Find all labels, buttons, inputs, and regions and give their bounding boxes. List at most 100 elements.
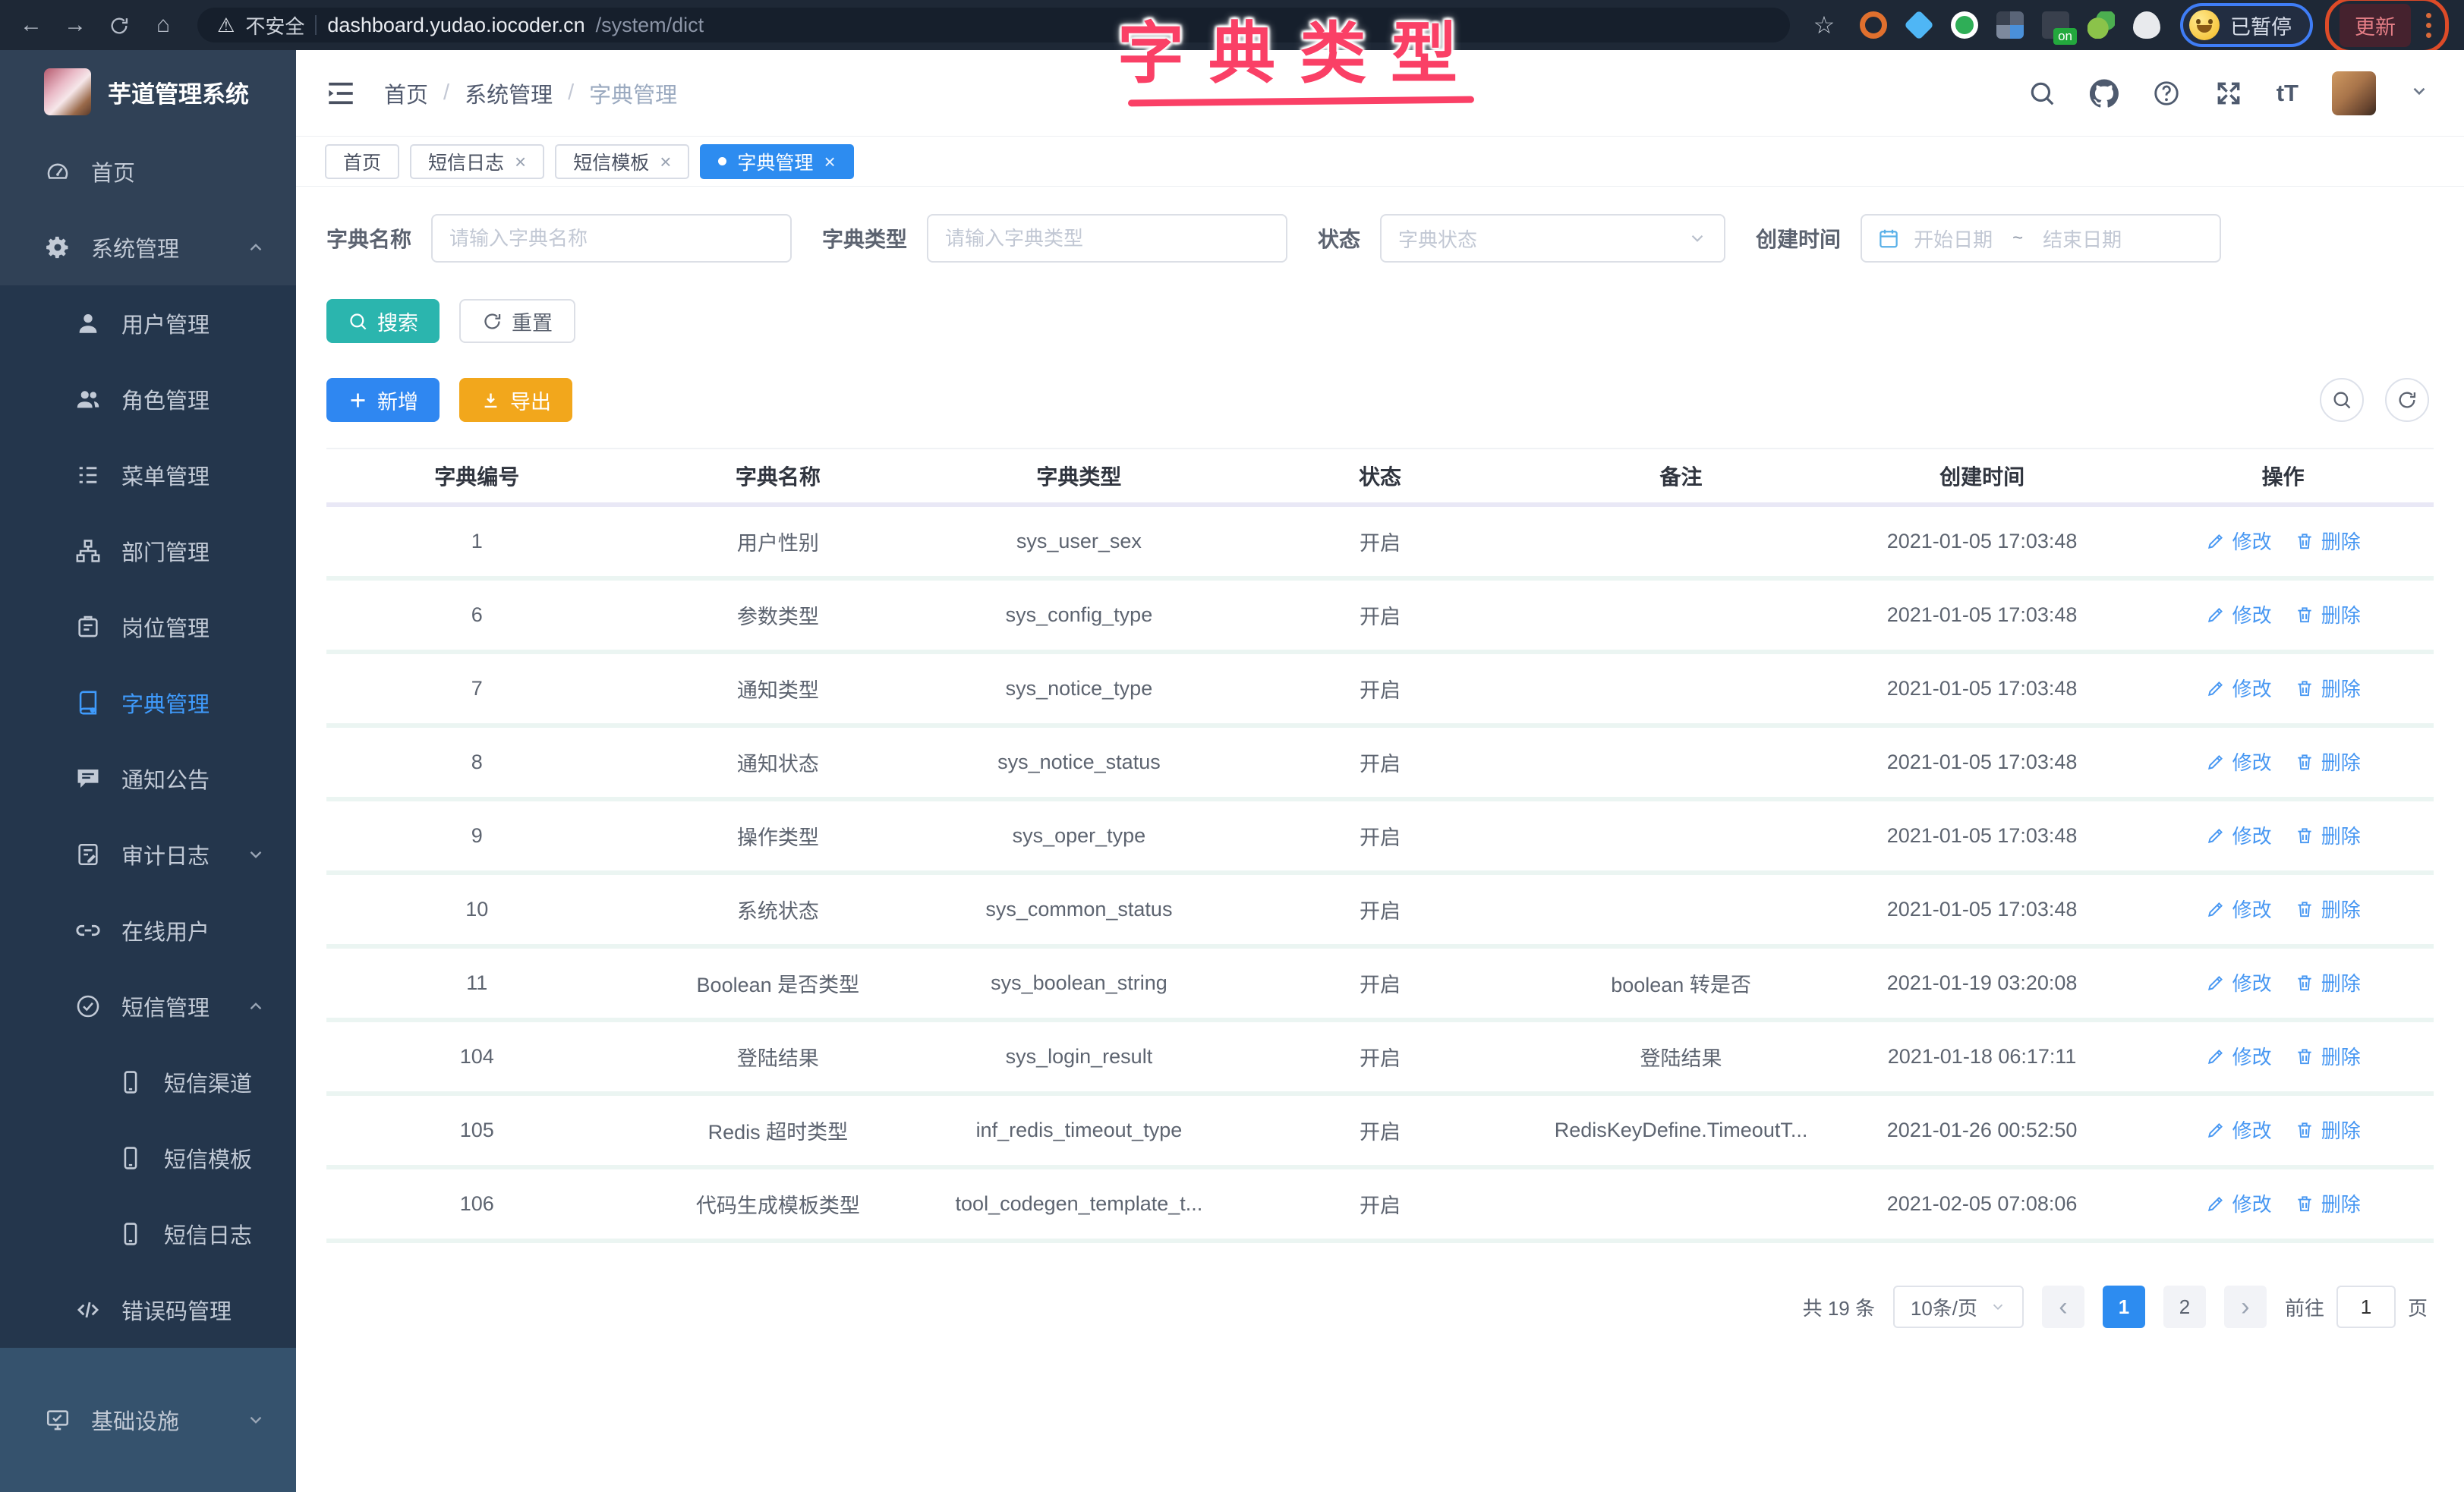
tab-close-icon[interactable]: × — [515, 152, 526, 172]
extension-paw-icon[interactable] — [2133, 11, 2160, 39]
next-page-button[interactable]: › — [2224, 1286, 2267, 1328]
collapse-menu-icon[interactable] — [325, 77, 357, 109]
sidebar-item-user-management[interactable]: 用户管理 — [0, 285, 296, 361]
help-icon[interactable] — [2152, 79, 2181, 108]
edit-link[interactable]: 修改 — [2206, 821, 2272, 849]
dict-type-input[interactable] — [927, 214, 1287, 263]
browser-update-button[interactable]: 更新 — [2340, 4, 2411, 47]
page-button-2[interactable]: 2 — [2163, 1286, 2206, 1328]
sidebar-item-notice-announcement[interactable]: 通知公告 — [0, 741, 296, 817]
delete-link[interactable]: 删除 — [2295, 600, 2361, 628]
page-button-1[interactable]: 1 — [2103, 1286, 2145, 1328]
extension-ball-icon[interactable] — [1951, 11, 1978, 39]
edit-link[interactable]: 修改 — [2206, 600, 2272, 628]
sidebar-item-online-users[interactable]: 在线用户 — [0, 892, 296, 968]
edit-link[interactable]: 修改 — [2206, 1116, 2272, 1144]
fullscreen-icon[interactable] — [2214, 79, 2243, 108]
dict-type-link[interactable]: sys_boolean_string — [928, 946, 1230, 1020]
edit-link[interactable]: 修改 — [2206, 748, 2272, 776]
sidebar-item-sms-template[interactable]: 短信模板 — [0, 1120, 296, 1196]
edit-link[interactable]: 修改 — [2206, 1189, 2272, 1217]
tab-短信模板[interactable]: 短信模板× — [555, 144, 689, 179]
table-search-toggle-icon[interactable] — [2320, 378, 2364, 422]
delete-link[interactable]: 删除 — [2295, 1042, 2361, 1070]
github-icon[interactable] — [2090, 79, 2119, 108]
sidebar-item-sms-log[interactable]: 短信日志 — [0, 1196, 296, 1272]
search-icon[interactable] — [2028, 79, 2056, 108]
extension-ring-icon[interactable] — [1860, 11, 1887, 39]
browser-back-icon[interactable]: ← — [15, 14, 47, 36]
sidebar-item-audit-log[interactable]: 审计日志 — [0, 817, 296, 892]
date-range-picker[interactable]: 开始日期 ~ 结束日期 — [1861, 214, 2221, 263]
sidebar-item-dept-management[interactable]: 部门管理 — [0, 513, 296, 589]
edit-link[interactable]: 修改 — [2206, 1042, 2272, 1070]
table-refresh-icon[interactable] — [2385, 378, 2429, 422]
browser-menu-kebab-icon[interactable] — [2423, 10, 2434, 41]
dict-type-link[interactable]: tool_codegen_template_t... — [928, 1167, 1230, 1241]
breadcrumb-system[interactable]: 系统管理 — [465, 77, 553, 109]
bookmark-star-icon[interactable]: ☆ — [1808, 13, 1840, 37]
sidebar-item-home[interactable]: 首页 — [0, 134, 296, 209]
extension-gem-icon[interactable] — [1904, 10, 1934, 40]
delete-link[interactable]: 删除 — [2295, 527, 2361, 555]
sidebar-item-sms-channel[interactable]: 短信渠道 — [0, 1044, 296, 1120]
sidebar-item-role-management[interactable]: 角色管理 — [0, 361, 296, 437]
dict-table-body: 1用户性别sys_user_sex开启2021-01-05 17:03:48修改… — [326, 505, 2434, 1241]
dict-type-link[interactable]: sys_notice_type — [928, 652, 1230, 726]
avatar-caret-down-icon[interactable] — [2409, 81, 2429, 105]
tab-首页[interactable]: 首页 — [325, 144, 399, 179]
breadcrumb-home[interactable]: 首页 — [384, 77, 428, 109]
extension-on-icon[interactable]: on — [2042, 11, 2069, 39]
dict-name-input[interactable] — [431, 214, 792, 263]
delete-link[interactable]: 删除 — [2295, 674, 2361, 702]
status-select[interactable]: 字典状态 — [1380, 214, 1725, 263]
dict-type-link[interactable]: sys_common_status — [928, 873, 1230, 946]
dict-type-link[interactable]: sys_oper_type — [928, 799, 1230, 873]
browser-forward-icon[interactable]: → — [59, 14, 91, 36]
address-bar[interactable]: ⚠ 不安全 dashboard.yudao.iocoder.cn/system/… — [197, 8, 1790, 42]
sidebar-item-menu-management[interactable]: 菜单管理 — [0, 437, 296, 513]
delete-link[interactable]: 删除 — [2295, 1189, 2361, 1217]
dict-type-link[interactable]: inf_redis_timeout_type — [928, 1094, 1230, 1167]
chevron-up-icon — [246, 238, 266, 257]
export-button[interactable]: 导出 — [459, 378, 572, 422]
tab-close-icon[interactable]: × — [660, 152, 671, 172]
page-size-select[interactable]: 10条/页 — [1893, 1286, 2024, 1328]
edit-link[interactable]: 修改 — [2206, 895, 2272, 923]
sidebar-item-error-code-management[interactable]: 错误码管理 — [0, 1272, 296, 1348]
delete-link[interactable]: 删除 — [2295, 748, 2361, 776]
delete-link[interactable]: 删除 — [2295, 821, 2361, 849]
browser-reload-icon[interactable] — [103, 14, 135, 36]
sidebar-item-dict-management[interactable]: 字典管理 — [0, 665, 296, 741]
sidebar-item-system-management[interactable]: 系统管理 — [0, 209, 296, 285]
goto-label: 前往 — [2285, 1293, 2324, 1321]
sidebar-item-sms-management[interactable]: 短信管理 — [0, 968, 296, 1044]
delete-link[interactable]: 删除 — [2295, 968, 2361, 996]
font-size-icon[interactable]: tT — [2277, 80, 2299, 107]
delete-link[interactable]: 删除 — [2295, 895, 2361, 923]
search-button[interactable]: 搜索 — [326, 299, 440, 343]
extension-sprout-icon[interactable] — [2087, 11, 2115, 39]
browser-home-icon[interactable]: ⌂ — [147, 14, 179, 36]
edit-link[interactable]: 修改 — [2206, 674, 2272, 702]
tab-短信日志[interactable]: 短信日志× — [410, 144, 544, 179]
extension-grid-icon[interactable] — [1996, 11, 2024, 39]
tab-字典管理[interactable]: 字典管理× — [700, 144, 853, 179]
paused-extension-badge[interactable]: 已暂停 — [2180, 3, 2313, 47]
user-avatar[interactable] — [2332, 71, 2376, 115]
dict-type-link[interactable]: sys_login_result — [928, 1020, 1230, 1094]
edit-link[interactable]: 修改 — [2206, 968, 2272, 996]
add-button[interactable]: 新增 — [326, 378, 440, 422]
goto-page-input[interactable] — [2336, 1286, 2396, 1328]
tab-close-icon[interactable]: × — [824, 152, 835, 172]
prev-page-button[interactable]: ‹ — [2042, 1286, 2084, 1328]
app-logo[interactable]: 芋道管理系统 — [0, 50, 296, 134]
dict-type-link[interactable]: sys_notice_status — [928, 726, 1230, 799]
sidebar-item-post-management[interactable]: 岗位管理 — [0, 589, 296, 665]
delete-link[interactable]: 删除 — [2295, 1116, 2361, 1144]
reset-button[interactable]: 重置 — [459, 299, 575, 343]
dict-type-link[interactable]: sys_user_sex — [928, 505, 1230, 578]
dict-type-link[interactable]: sys_config_type — [928, 578, 1230, 652]
edit-link[interactable]: 修改 — [2206, 527, 2272, 555]
sidebar-item-infrastructure[interactable]: 基础设施 — [0, 1348, 296, 1492]
